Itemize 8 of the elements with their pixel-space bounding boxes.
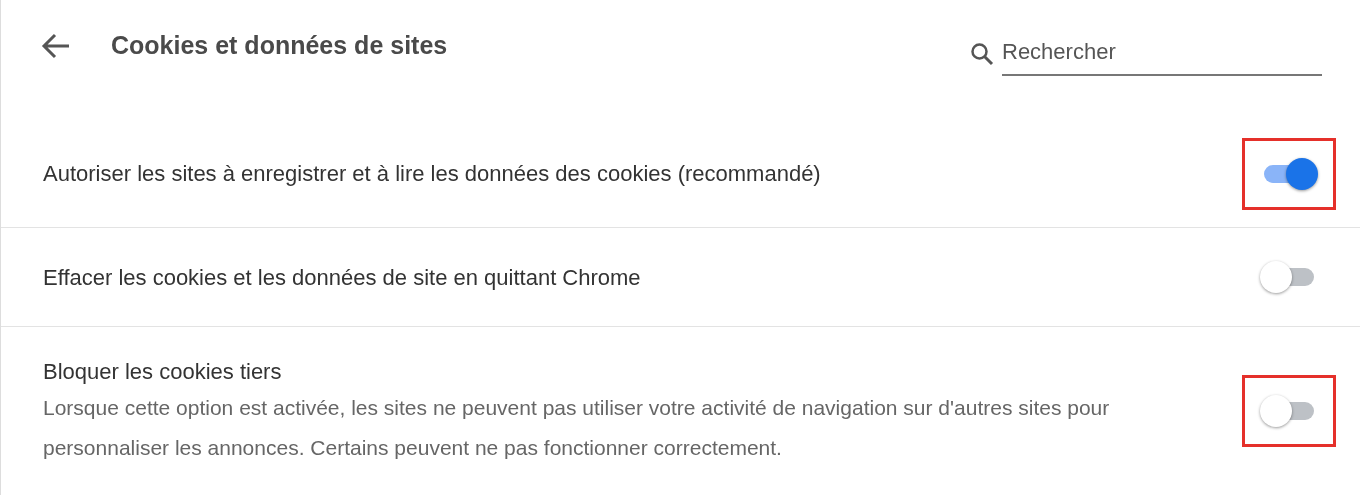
setting-description: Lorsque cette option est activée, les sites ne peuvent pas utiliser votre activité de navigation sur d'autres sites pour personnaliser les annonces. Certains peuvent ne pas fonctionner correctement. [43, 394, 1111, 461]
page-title: Cookies et données de sites [111, 30, 448, 62]
back-arrow-icon[interactable] [41, 33, 71, 59]
setting-label: Effacer les cookies et les données de site en quittant Chrome [43, 263, 641, 292]
setting-label: Autoriser les sites à enregistrer et à lire les données des cookies (recommandé) [43, 160, 821, 188]
search-field[interactable]: Rechercher [1002, 32, 1322, 76]
setting-label: Bloquer les cookies tiers [43, 357, 283, 386]
search-icon [970, 42, 994, 66]
